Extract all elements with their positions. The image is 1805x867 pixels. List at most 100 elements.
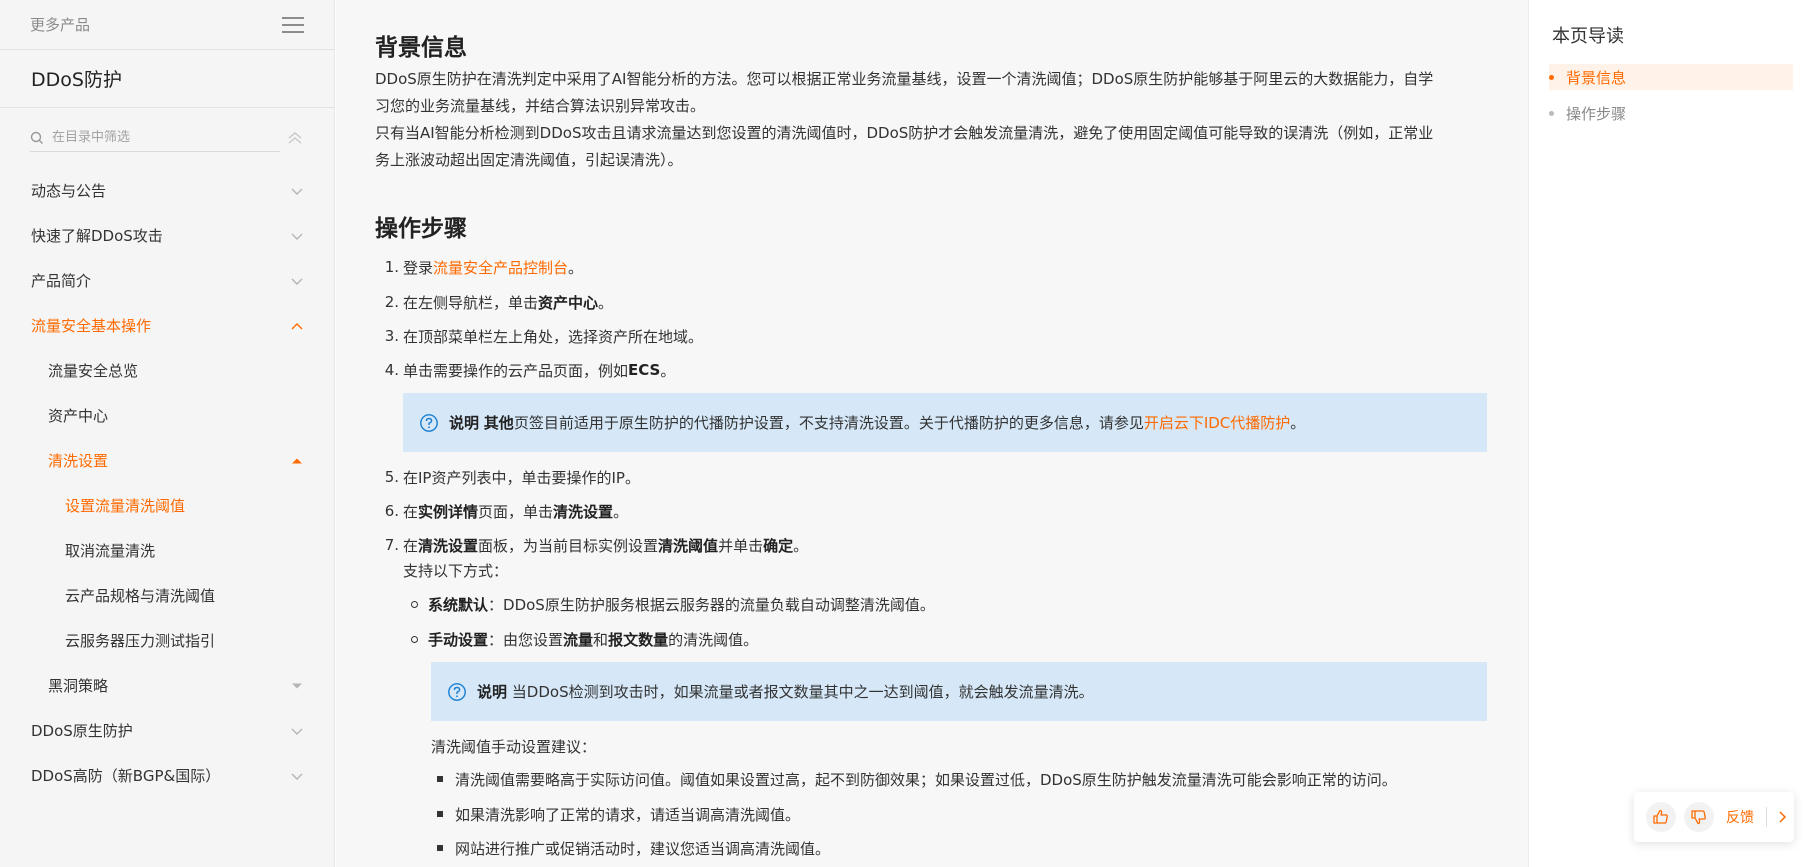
note-label: 说明 [449,414,480,432]
thumbs-up-button[interactable] [1646,802,1676,832]
step-bold: ECS [628,361,661,379]
more-products-link[interactable]: 更多产品 [30,14,90,35]
sidebar-item-news[interactable]: 动态与公告 [0,168,334,213]
sidebar-item-label: 产品简介 [31,272,92,290]
option-bold: 流量 [563,630,594,649]
left-sidebar: 更多产品 DDoS防护 动态与公告 快速了解DDoS攻击 产品简介 流量安全基本… [0,0,335,867]
sidebar-header: 更多产品 [0,0,334,50]
option-text: 和 [593,630,609,649]
note-text: 。 [1290,414,1306,432]
step-7: 7. 在清洗设置 面板，为当前目标实例设置 清洗阈值 并单击 确定。 [375,533,808,557]
note-text: 页签目前适用于原生防护的代播防护设置，不支持清洗设置。关于代播防护的更多信息，请… [513,414,1144,432]
sidebar-item-label: 清洗设置 [48,452,109,470]
toc-item-steps[interactable]: 操作步骤 [1549,100,1793,126]
sidebar-item-basic-ops[interactable]: 流量安全基本操作 [0,303,334,348]
search-input[interactable] [52,130,262,145]
sidebar-nav: 动态与公告 快速了解DDoS攻击 产品简介 流量安全基本操作 流量安全总览 资产… [0,168,334,798]
bullet-square [437,845,443,851]
sidebar-item-assets[interactable]: 资产中心 [0,393,334,438]
chevron-up-icon[interactable] [290,319,304,333]
caret-down-icon[interactable] [290,679,304,693]
sidebar-item-label: 动态与公告 [31,182,107,200]
tip-text: 如果清洗影响了正常的请求，请适当调高清洗阈值。 [455,805,801,824]
step-text: 。 [613,502,629,521]
step-bold: 清洗设置 [553,502,614,521]
sidebar-item-overview[interactable]: 流量安全总览 [0,348,334,393]
step-text: 。 [660,361,676,380]
step-5: 5. 在IP资产列表中，单击要操作的IP。 [375,465,640,489]
sidebar-item-product-intro[interactable]: 产品简介 [0,258,334,303]
step-number: 2. [384,293,399,311]
step-bold: 实例详情 [418,502,479,521]
search-box [30,124,280,152]
step-bold: 资产中心 [538,293,599,312]
step-number: 1. [384,258,399,276]
menu-icon[interactable] [282,16,304,34]
tip-text: 网站进行推广或促销活动时，建议您适当调高清洗阈值。 [455,839,831,858]
note-text: 当DDoS检测到攻击时，如果流量或者报文数量其中之一达到阈值，就会触发流量清洗。 [511,683,1094,701]
step-text: 面板，为当前目标实例设置 [478,536,659,555]
sidebar-item-label: 设置流量清洗阈值 [65,497,186,515]
help-circle-icon [420,413,438,432]
toc-item-label: 背景信息 [1566,68,1627,87]
sidebar-item-label: 快速了解DDoS攻击 [31,227,163,245]
bullet-square [437,811,443,817]
divider [1766,807,1767,827]
step-7-subtext: 支持以下方式： [403,561,509,580]
step-text: 登录 [403,258,434,277]
sidebar-item-specs-threshold[interactable]: 云产品规格与清洗阈值 [0,573,334,618]
idc-proxy-link[interactable]: 开启云下IDC代播防护 [1144,412,1290,433]
option-manual: 手动设置 ：由您设置 流量和报文数量 的清洗阈值。 [411,627,758,651]
step-4: 4. 单击需要操作的云产品页面，例如 ECS。 [375,358,676,382]
chevron-down-icon[interactable] [290,724,304,738]
sidebar-item-label: 黑洞策略 [48,677,109,695]
chevron-down-icon[interactable] [290,229,304,243]
product-title[interactable]: DDoS防护 [0,50,334,108]
option-text: ：DDoS原生防护服务根据云服务器的流量负载自动调整清洗阈值。 [488,595,935,614]
feedback-button[interactable]: 反馈 [1726,807,1754,827]
sidebar-item-label: 流量安全总览 [48,362,139,380]
step-bold: 清洗阈值 [658,536,719,555]
console-link[interactable]: 流量安全产品控制台 [433,257,568,278]
sidebar-item-label: 云服务器压力测试指引 [65,632,216,650]
sidebar-item-cancel-cleaning[interactable]: 取消流量清洗 [0,528,334,573]
step-1: 1. 登录 流量安全产品控制台。 [375,255,583,279]
caret-up-icon[interactable] [290,454,304,468]
sidebar-item-blackhole[interactable]: 黑洞策略 [0,663,334,708]
chevron-down-icon[interactable] [290,184,304,198]
chevron-right-icon[interactable] [1775,810,1789,824]
sidebar-item-native-protection[interactable]: DDoS原生防护 [0,708,334,753]
sidebar-item-label: 云产品规格与清洗阈值 [65,587,216,605]
sidebar-item-stress-test[interactable]: 云服务器压力测试指引 [0,618,334,663]
toc-title: 本页导读 [1552,26,1624,47]
chevron-down-icon[interactable] [290,769,304,783]
collapse-all-icon[interactable] [286,129,304,147]
step-text: 在左侧导航栏，单击 [403,293,539,312]
sidebar-item-label: DDoS原生防护 [31,722,133,740]
option-bold: 手动设置 [428,630,489,649]
sidebar-item-label: 资产中心 [48,407,109,425]
step-text: 。 [568,258,584,277]
step-number: 3. [384,327,399,345]
note-label: 说明 [477,683,508,701]
manual-settings-title: 清洗阈值手动设置建议： [431,737,597,756]
toc-dot [1549,110,1554,116]
toc-item-background[interactable]: 背景信息 [1549,64,1793,90]
option-bold: 系统默认 [428,595,489,614]
note-bold: 其他 [483,414,514,432]
search-icon [30,131,43,144]
step-number: 5. [384,468,399,486]
thumbs-down-button[interactable] [1684,802,1714,832]
sidebar-item-set-threshold[interactable]: 设置流量清洗阈值 [0,483,334,528]
step-6: 6. 在实例详情 页面，单击 清洗设置。 [375,499,628,523]
sidebar-item-label: 取消流量清洗 [65,542,156,560]
feedback-widget: 反馈 [1634,792,1794,842]
bullet-dot [411,635,418,643]
step-text: 并单击 [718,536,764,555]
option-text: 的清洗阈值。 [668,630,759,649]
sidebar-item-anti-ddos-pro[interactable]: DDoS高防（新BGP&国际） [0,753,334,798]
tip-text: 清洗阈值需要略高于实际访问值。阈值如果设置过高，起不到防御效果；如果设置过低，D… [455,770,1397,789]
sidebar-item-ddos-intro[interactable]: 快速了解DDoS攻击 [0,213,334,258]
chevron-down-icon[interactable] [290,274,304,288]
sidebar-item-cleaning-settings[interactable]: 清洗设置 [0,438,334,483]
